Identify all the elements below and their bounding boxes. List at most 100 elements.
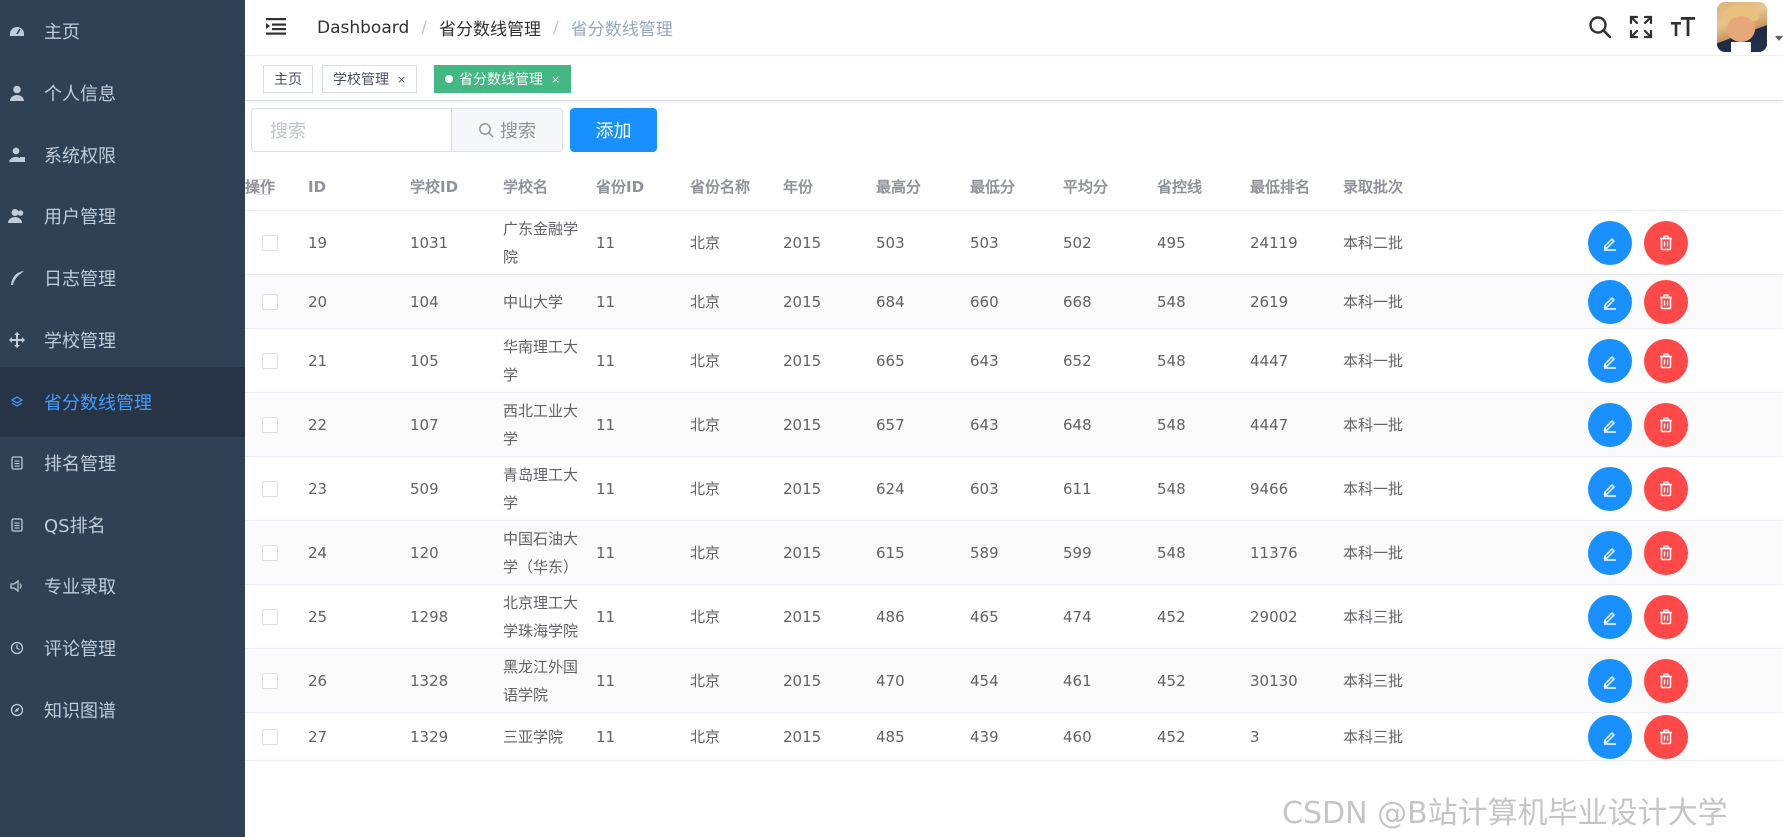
table-cell: 643 bbox=[970, 351, 999, 370]
sidebar-item[interactable]: QS排名 bbox=[0, 490, 245, 560]
sidebar-item-label: 排名管理 bbox=[44, 454, 116, 475]
edit-button[interactable] bbox=[1588, 658, 1632, 703]
table-cell: 19 bbox=[308, 233, 328, 252]
sidebar-item[interactable]: 省分数线管理 bbox=[0, 367, 245, 437]
hamburger-menu-icon[interactable] bbox=[265, 15, 287, 37]
sidebar-item-label: 主页 bbox=[44, 22, 80, 43]
user-avatar[interactable] bbox=[1717, 2, 1767, 52]
row-checkbox[interactable] bbox=[262, 416, 278, 433]
row-checkbox[interactable] bbox=[262, 544, 278, 561]
delete-button[interactable] bbox=[1644, 530, 1688, 575]
delete-button[interactable] bbox=[1644, 658, 1688, 703]
row-checkbox[interactable] bbox=[262, 728, 278, 745]
search-icon[interactable] bbox=[1587, 14, 1613, 40]
table-cell: 2015 bbox=[783, 351, 822, 370]
table-cell: 29002 bbox=[1250, 607, 1298, 626]
row-actions bbox=[1588, 649, 1688, 712]
edit-button[interactable] bbox=[1588, 402, 1632, 447]
search-input[interactable]: 搜索 bbox=[251, 108, 451, 152]
column-header: 学校ID bbox=[410, 178, 459, 196]
table-cell: 502 bbox=[1063, 233, 1092, 252]
delete-button[interactable] bbox=[1644, 279, 1688, 324]
table-cell: 624 bbox=[876, 479, 905, 498]
table-cell: 20 bbox=[308, 292, 328, 311]
row-checkbox[interactable] bbox=[262, 293, 278, 310]
delete-icon bbox=[1660, 234, 1672, 250]
font-size-icon[interactable] bbox=[1670, 14, 1696, 40]
edit-icon bbox=[1603, 355, 1616, 369]
table-cell: 21 bbox=[308, 351, 328, 370]
table-cell: 1298 bbox=[410, 607, 449, 626]
table-cell: 11 bbox=[596, 727, 616, 746]
row-checkbox-cell bbox=[262, 393, 278, 456]
sidebar: 主页个人信息 系统权限 用户管理日志管理学校管理 省分数线管理排名管理 QS排名专业录取… bbox=[0, 0, 245, 837]
row-checkbox[interactable] bbox=[262, 608, 278, 625]
table-cell: 三亚学院 bbox=[503, 727, 564, 746]
sidebar-item[interactable]: 知识图谱 bbox=[0, 675, 245, 745]
table-cell: 黑龙江外国语学院 bbox=[503, 657, 579, 704]
edit-button[interactable] bbox=[1588, 714, 1632, 759]
delete-button[interactable] bbox=[1644, 714, 1688, 759]
sidebar-item-label: QS排名 bbox=[44, 516, 106, 537]
document-icon bbox=[8, 516, 26, 534]
table-cell: 3 bbox=[1250, 727, 1260, 746]
sidebar-item[interactable]: 用户管理 bbox=[0, 181, 245, 251]
table-cell: 452 bbox=[1157, 671, 1186, 690]
close-icon[interactable]: × bbox=[397, 73, 406, 86]
sidebar-item[interactable]: 系统权限 bbox=[0, 120, 245, 190]
tag-school-management[interactable]: 学校管理 × bbox=[322, 65, 418, 93]
sidebar-item[interactable]: 日志管理 bbox=[0, 243, 245, 313]
table-cell: 2015 bbox=[783, 415, 822, 434]
table-cell: 2015 bbox=[783, 292, 822, 311]
speaker-icon bbox=[8, 577, 26, 595]
caret-down-icon[interactable] bbox=[1775, 36, 1783, 41]
table-cell: 北京 bbox=[690, 728, 721, 746]
edit-icon bbox=[1603, 296, 1616, 310]
add-button-label: 添加 bbox=[595, 121, 632, 142]
sidebar-item[interactable]: 排名管理 bbox=[0, 428, 245, 498]
add-button[interactable]: 添加 bbox=[570, 108, 657, 152]
edit-button[interactable] bbox=[1588, 594, 1632, 639]
fullscreen-icon[interactable] bbox=[1628, 14, 1654, 40]
sidebar-item-label: 日志管理 bbox=[44, 269, 116, 290]
delete-button[interactable] bbox=[1644, 220, 1688, 265]
tag-province-score-management[interactable]: 省分数线管理 × bbox=[434, 65, 572, 93]
edit-button[interactable] bbox=[1588, 530, 1632, 575]
table-cell: 684 bbox=[876, 292, 905, 311]
table-cell: 668 bbox=[1063, 292, 1092, 311]
table-row: 25 1298 北京理工大学珠海学院 11 北京 2015 486 465 474 452 2900… bbox=[245, 585, 1783, 649]
sidebar-item[interactable]: 学校管理 bbox=[0, 305, 245, 375]
row-checkbox[interactable] bbox=[262, 672, 278, 689]
delete-button[interactable] bbox=[1644, 402, 1688, 447]
delete-button[interactable] bbox=[1644, 594, 1688, 639]
search-icon bbox=[479, 123, 494, 138]
row-checkbox[interactable] bbox=[262, 352, 278, 369]
edit-button[interactable] bbox=[1588, 466, 1632, 511]
sidebar-item[interactable]: 专业录取 bbox=[0, 551, 245, 621]
breadcrumb-separator: / bbox=[421, 17, 427, 38]
table-cell: 509 bbox=[410, 479, 439, 498]
edit-button[interactable] bbox=[1588, 220, 1632, 265]
sidebar-item[interactable]: 评论管理 bbox=[0, 613, 245, 683]
table-cell: 11 bbox=[596, 607, 616, 626]
delete-button[interactable] bbox=[1644, 338, 1688, 383]
table-cell: 1031 bbox=[410, 233, 449, 252]
table-cell: 北京 bbox=[690, 544, 721, 562]
edit-button[interactable] bbox=[1588, 279, 1632, 324]
row-checkbox[interactable] bbox=[262, 234, 278, 251]
breadcrumb-section[interactable]: 省分数线管理 bbox=[439, 15, 541, 40]
breadcrumb-dashboard[interactable]: Dashboard bbox=[317, 18, 409, 38]
search-button[interactable]: 搜索 bbox=[451, 108, 563, 152]
sidebar-item[interactable]: 个人信息 bbox=[0, 58, 245, 128]
delete-icon bbox=[1660, 352, 1672, 368]
table-cell: 2015 bbox=[783, 479, 822, 498]
edit-button[interactable] bbox=[1588, 338, 1632, 383]
tag-home[interactable]: 主页 bbox=[263, 65, 313, 93]
sidebar-item[interactable]: 主页 bbox=[0, 0, 245, 66]
close-icon[interactable]: × bbox=[551, 73, 560, 86]
delete-button[interactable] bbox=[1644, 466, 1688, 511]
row-actions bbox=[1588, 713, 1688, 760]
table-row: 19 1031 广东金融学院 11 北京 2015 503 503 502 495 24119 本科二… bbox=[245, 211, 1783, 275]
table-cell: 27 bbox=[308, 727, 328, 746]
row-checkbox[interactable] bbox=[262, 480, 278, 497]
